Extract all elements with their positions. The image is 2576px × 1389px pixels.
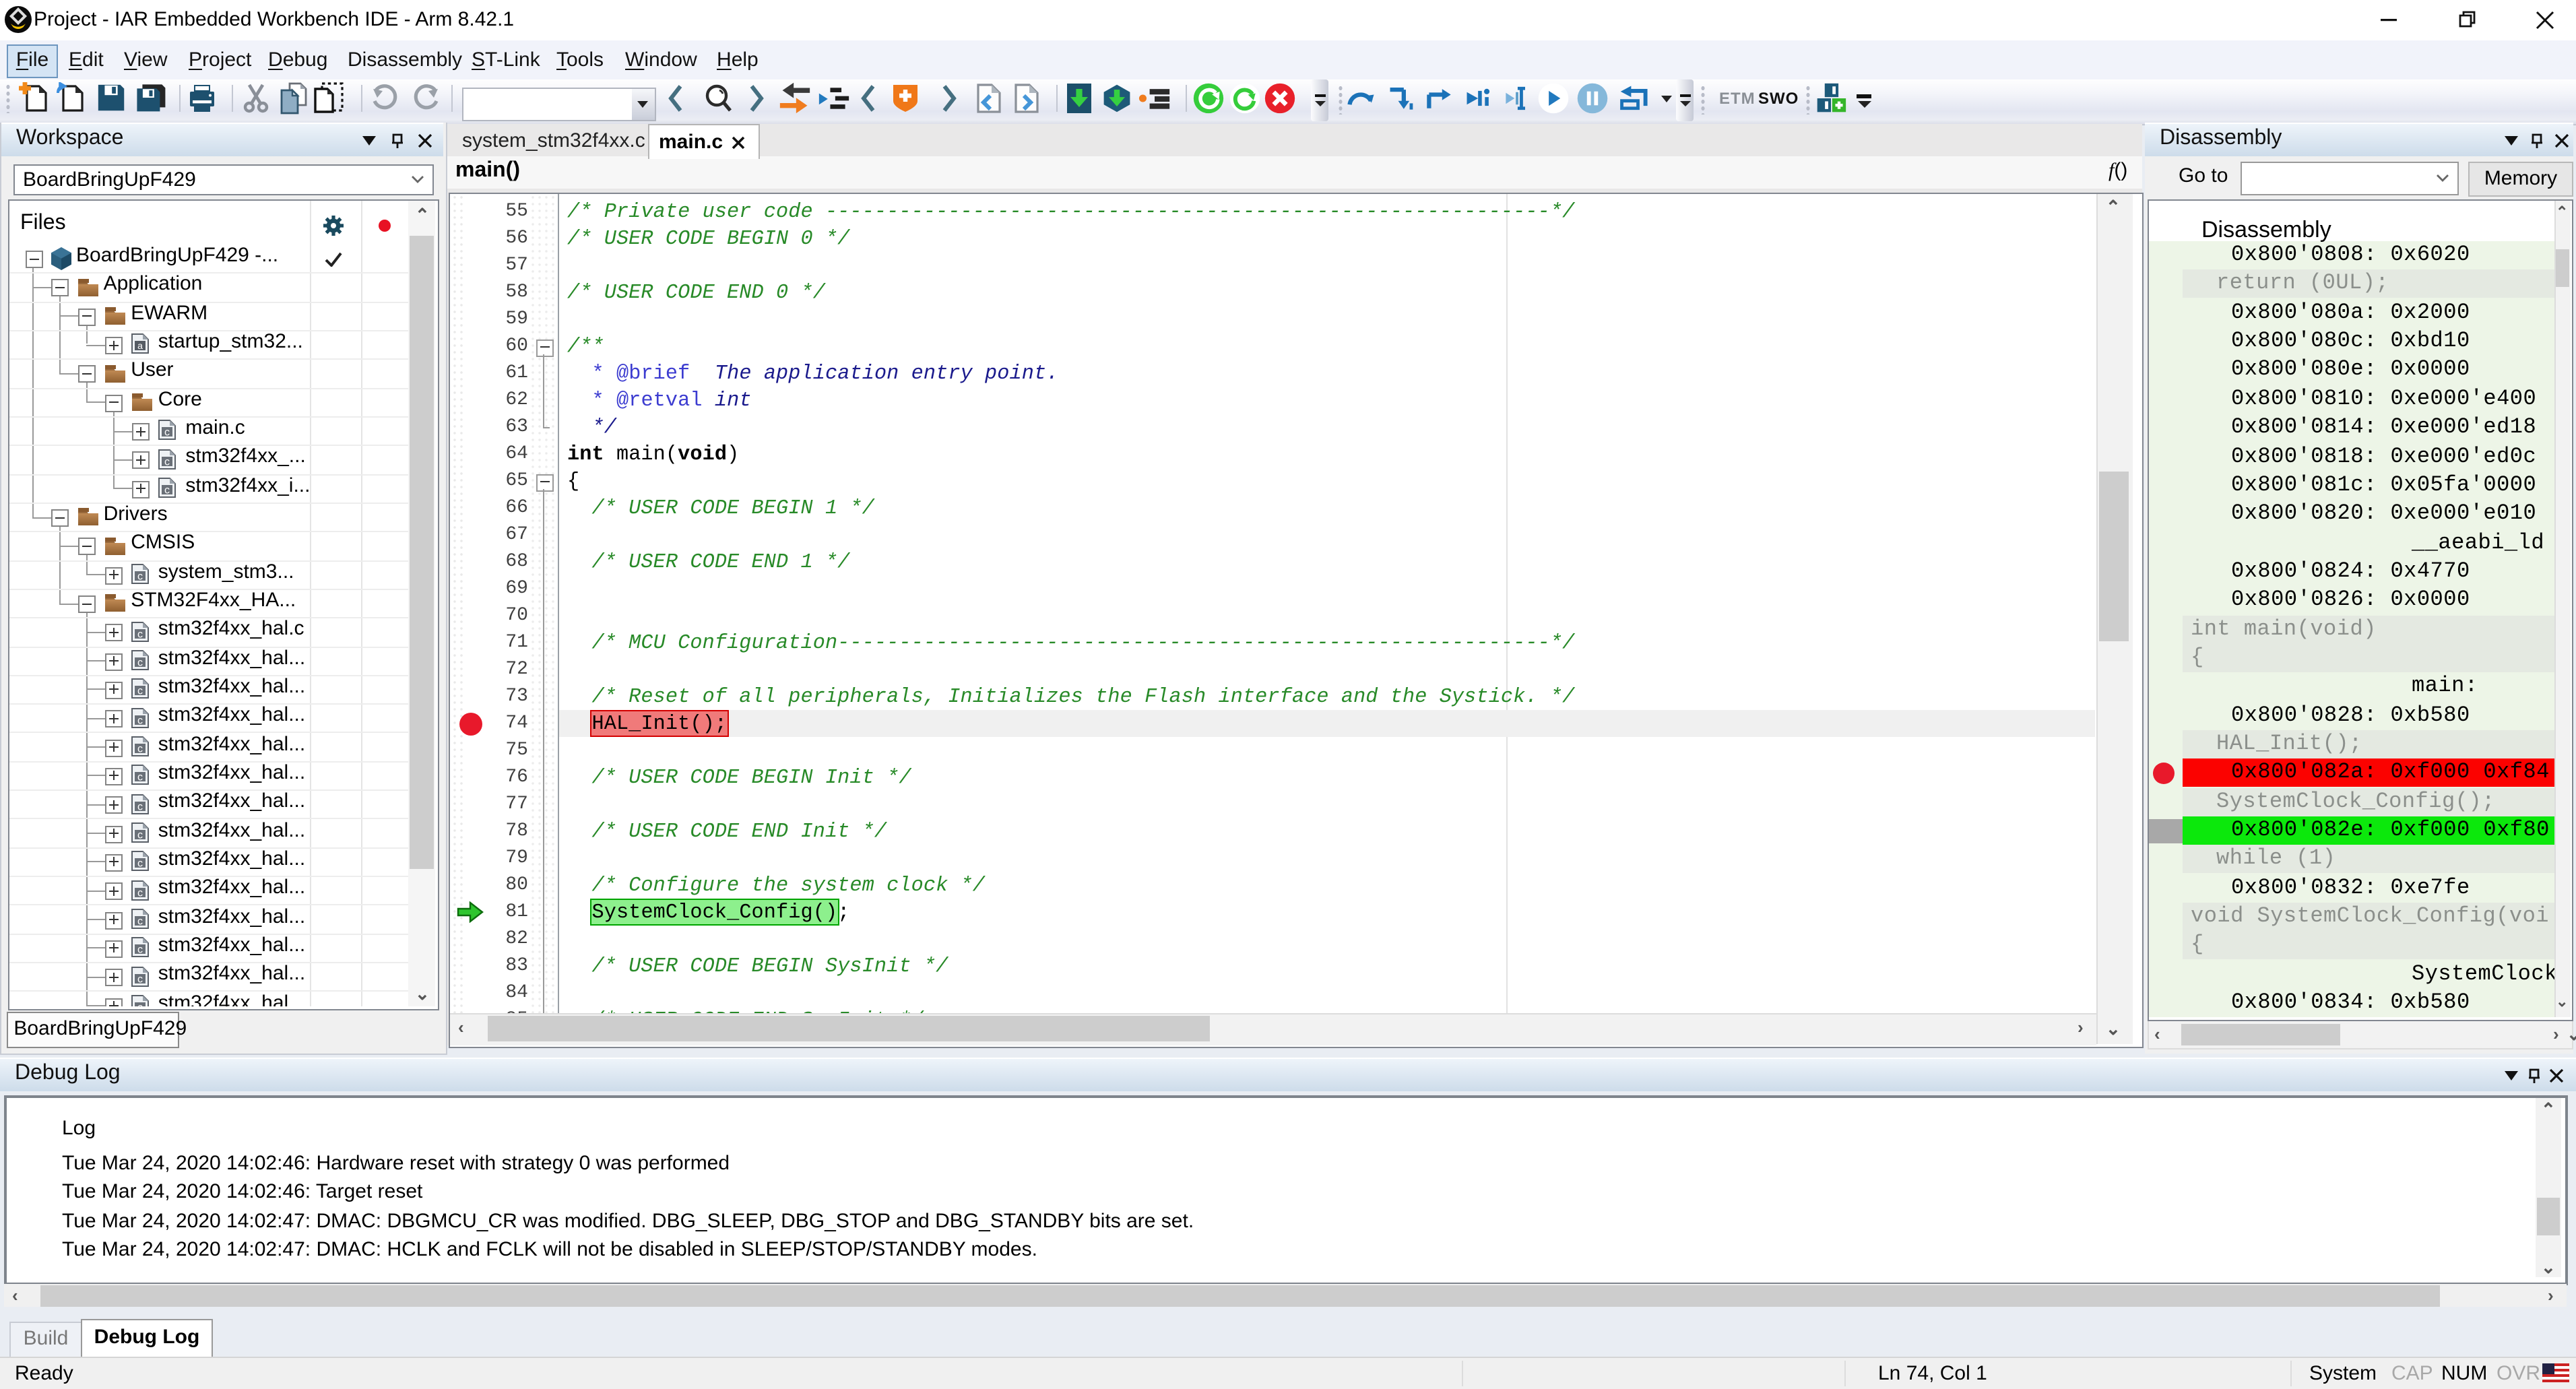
svg-text:c: c (137, 944, 143, 955)
svg-text:c: c (137, 743, 143, 754)
svg-text:a: a (137, 340, 143, 351)
svg-text:c: c (137, 915, 143, 927)
svg-text:c: c (137, 829, 143, 841)
svg-text:c: c (137, 771, 143, 783)
svg-text:c: c (137, 715, 143, 726)
svg-text:c: c (137, 571, 143, 582)
svg-text:c: c (137, 628, 143, 640)
svg-text:c: c (164, 456, 170, 467)
svg-text:c: c (137, 657, 143, 668)
svg-text:c: c (137, 685, 143, 697)
svg-text:c: c (137, 858, 143, 869)
svg-text:c: c (137, 973, 143, 985)
svg-text:c: c (137, 1002, 143, 1006)
svg-text:c: c (137, 887, 143, 899)
svg-text:c: c (164, 484, 170, 496)
svg-text:c: c (164, 426, 170, 438)
svg-text:c: c (137, 801, 143, 812)
